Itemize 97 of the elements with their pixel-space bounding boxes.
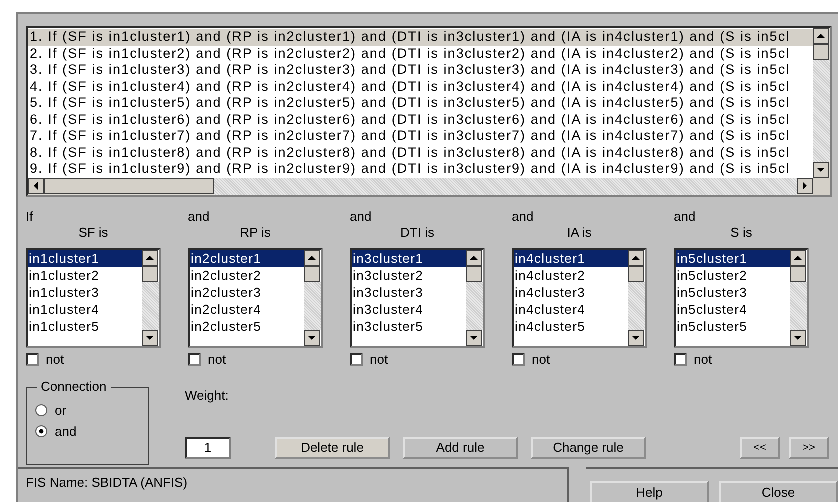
scroll-down-icon[interactable]: [628, 330, 644, 346]
rule-button[interactable]: Add rule: [403, 436, 518, 458]
weight-field[interactable]: 1: [185, 436, 231, 458]
scroll-down-icon[interactable]: [813, 162, 829, 178]
scroll-thumb[interactable]: [304, 266, 320, 282]
scroll-up-icon[interactable]: [790, 250, 806, 266]
list-item[interactable]: in2cluster3: [190, 284, 304, 300]
list-item[interactable]: in3cluster5: [352, 318, 466, 334]
rule-item[interactable]: 8. If (SF is in1cluster8) and (RP is in2cluster8) and (DTI is in3cluster8) and (IA is in4cluster8) and (S is in5cl: [28, 144, 813, 161]
rule-item[interactable]: 1. If (SF is in1cluster1) and (RP is in2cluster1) and (DTI is in3cluster1) and (IA is in4cluster1) and (S is in5cl: [28, 29, 813, 46]
not-checkbox[interactable]: [674, 352, 687, 366]
input-label: SF is: [78, 224, 108, 240]
membership-list[interactable]: in4cluster1 in4cluster2 in4cluster3 in4cluster4 in4cluster5: [512, 248, 647, 348]
rule-item[interactable]: 6. If (SF is in1cluster6) and (RP is in2cluster6) and (DTI is in3cluster6) and (IA is in4cluster6) and (S is in5cl: [28, 112, 813, 128]
radio-icon[interactable]: [35, 424, 48, 438]
rule-button[interactable]: Change rule: [531, 436, 646, 458]
list-item[interactable]: in5cluster4: [676, 300, 790, 318]
scroll-thumb[interactable]: [628, 266, 644, 282]
list-item[interactable]: in4cluster5: [514, 318, 628, 334]
nav-button[interactable]: >>: [789, 436, 829, 458]
scroll-up-icon[interactable]: [304, 250, 320, 266]
scroll-up-icon[interactable]: [628, 250, 644, 266]
footer-button[interactable]: Close: [719, 480, 838, 502]
not-label: not: [208, 352, 226, 366]
membership-list[interactable]: in2cluster1 in2cluster2 in2cluster3 in2cluster4 in2cluster5: [188, 248, 323, 348]
group-title: Connection: [37, 378, 111, 394]
input-label: RP is: [240, 224, 271, 240]
weight-label: Weight:: [185, 388, 230, 402]
list-item[interactable]: in3cluster4: [352, 300, 466, 318]
list-item[interactable]: in3cluster1: [352, 250, 466, 266]
connective-label: and: [674, 208, 696, 224]
scrollbar-corner: [813, 178, 830, 194]
scroll-down-icon[interactable]: [466, 330, 482, 346]
list-item[interactable]: in1cluster5: [28, 318, 142, 334]
list-item[interactable]: in4cluster4: [514, 300, 628, 318]
input-label: DTI is: [400, 224, 434, 240]
rule-item[interactable]: 4. If (SF is in1cluster4) and (RP is in2cluster4) and (DTI is in3cluster4) and (IA is in4cluster4) and (S is in5cl: [28, 78, 813, 95]
scroll-right-icon[interactable]: [797, 178, 813, 194]
connective-label: and: [350, 208, 372, 224]
nav-button[interactable]: <<: [740, 436, 780, 458]
rule-button[interactable]: Delete rule: [275, 436, 390, 458]
radio-option[interactable]: or: [35, 402, 148, 418]
scroll-up-icon[interactable]: [142, 250, 158, 266]
membership-list[interactable]: in1cluster1 in1cluster2 in1cluster3 in1cluster4 in1cluster5: [26, 248, 161, 348]
scroll-thumb[interactable]: [813, 44, 829, 60]
rule-item[interactable]: 2. If (SF is in1cluster2) and (RP is in2cluster2) and (DTI is in3cluster2) and (IA is in4cluster2) and (S is in5cl: [28, 46, 813, 62]
scroll-down-icon[interactable]: [304, 330, 320, 346]
not-checkbox[interactable]: [350, 352, 363, 366]
connective-label: If: [26, 208, 34, 224]
list-item[interactable]: in5cluster1: [676, 250, 790, 266]
membership-list[interactable]: in5cluster1 in5cluster2 in5cluster3 in5cluster4 in5cluster5: [674, 248, 809, 348]
rule-item[interactable]: 5. If (SF is in1cluster5) and (RP is in2cluster5) and (DTI is in3cluster5) and (IA is in4cluster5) and (S is in5cl: [28, 95, 813, 112]
scroll-thumb[interactable]: [790, 266, 806, 282]
connective-label: and: [512, 208, 534, 224]
scroll-thumb[interactable]: [44, 178, 214, 194]
list-item[interactable]: in4cluster2: [514, 266, 628, 284]
list-item[interactable]: in1cluster3: [28, 284, 142, 300]
not-label: not: [46, 352, 64, 366]
not-checkbox[interactable]: [188, 352, 201, 366]
not-checkbox[interactable]: [512, 352, 525, 366]
list-item[interactable]: in5cluster5: [676, 318, 790, 334]
fis-name: FIS Name: SBIDTA (ANFIS): [26, 474, 188, 490]
scroll-down-icon[interactable]: [142, 330, 158, 346]
rule-item[interactable]: 7. If (SF is in1cluster7) and (RP is in2cluster7) and (DTI is in3cluster7) and (IA is in4cluster7) and (S is in5cl: [28, 128, 813, 144]
list-item[interactable]: in1cluster1: [28, 250, 142, 266]
rule-item[interactable]: 9. If (SF is in1cluster9) and (RP is in2cluster9) and (DTI is in3cluster9) and (IA is in4cluster9) and (S is in5cl: [28, 161, 813, 178]
list-item[interactable]: in1cluster4: [28, 300, 142, 318]
not-checkbox[interactable]: [26, 352, 39, 366]
not-label: not: [532, 352, 550, 366]
scroll-thumb[interactable]: [142, 266, 158, 282]
input-label: IA is: [567, 224, 592, 240]
list-item[interactable]: in5cluster3: [676, 284, 790, 300]
rule-item[interactable]: 3. If (SF is in1cluster3) and (RP is in2cluster3) and (DTI is in3cluster3) and (IA is in4cluster3) and (S is in5cl: [28, 62, 813, 78]
not-label: not: [694, 352, 712, 366]
list-item[interactable]: in4cluster1: [514, 250, 628, 266]
scroll-down-icon[interactable]: [790, 330, 806, 346]
input-label: S is: [730, 224, 752, 240]
list-item[interactable]: in2cluster2: [190, 266, 304, 284]
list-item[interactable]: in1cluster2: [28, 266, 142, 284]
scroll-left-icon[interactable]: [28, 178, 44, 194]
rule-list[interactable]: [26, 26, 832, 196]
list-item[interactable]: in2cluster4: [190, 300, 304, 318]
scroll-thumb[interactable]: [466, 266, 482, 282]
scroll-up-icon[interactable]: [466, 250, 482, 266]
radio-option[interactable]: and: [35, 424, 148, 438]
not-label: not: [370, 352, 388, 366]
connective-label: and: [188, 208, 210, 224]
radio-icon[interactable]: [35, 404, 48, 416]
list-item[interactable]: in5cluster2: [676, 266, 790, 284]
list-item[interactable]: in4cluster3: [514, 284, 628, 300]
list-item[interactable]: in2cluster1: [190, 250, 304, 266]
list-item[interactable]: in2cluster5: [190, 318, 304, 334]
list-item[interactable]: in3cluster3: [352, 284, 466, 300]
membership-list[interactable]: in3cluster1 in3cluster2 in3cluster3 in3cluster4 in3cluster5: [350, 248, 485, 348]
list-item[interactable]: in3cluster2: [352, 266, 466, 284]
scroll-up-icon[interactable]: [813, 28, 829, 44]
footer-button[interactable]: Help: [590, 480, 709, 502]
